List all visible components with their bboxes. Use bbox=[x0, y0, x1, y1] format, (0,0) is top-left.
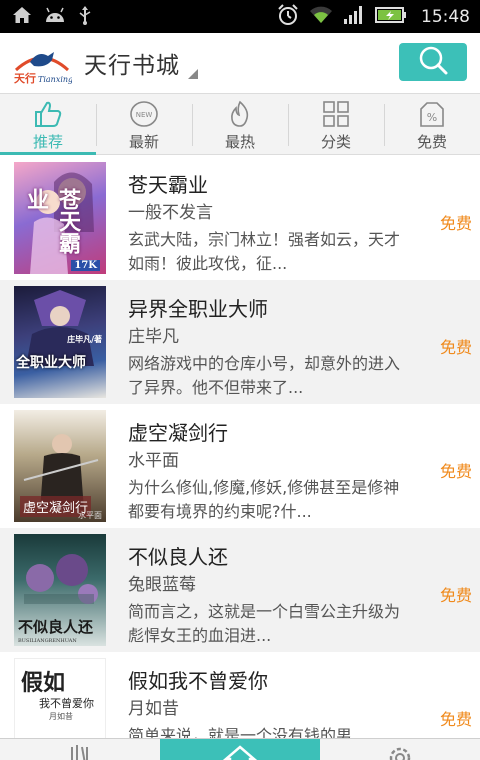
search-icon bbox=[417, 45, 449, 79]
svg-text:NEW: NEW bbox=[136, 111, 153, 119]
book-item[interactable]: 假如 我不曾爱你 月如昔 假如我不曾爱你 月如昔 简单来说，就是一个没有钱的男.… bbox=[0, 652, 480, 738]
cover-title: 不似良人还 bbox=[18, 618, 94, 636]
book-author: 水平面 bbox=[128, 451, 179, 471]
tab-hottest[interactable]: 最热 bbox=[192, 94, 288, 154]
tab-label: 最新 bbox=[128, 133, 159, 151]
book-author: 庄毕凡 bbox=[128, 327, 179, 347]
price-badge: 免费 bbox=[439, 586, 472, 605]
tab-free[interactable]: % 免费 bbox=[384, 94, 480, 154]
svg-text:%: % bbox=[427, 111, 437, 124]
flame-icon bbox=[224, 99, 256, 129]
price-badge: 免费 bbox=[439, 214, 472, 233]
settings-gear-icon bbox=[385, 743, 415, 760]
cover-title: 假如 bbox=[21, 670, 66, 696]
category-tabs: 推荐 NEW 最新 最热 分类 % 免费 bbox=[0, 93, 480, 155]
app-title[interactable]: 天行书城 bbox=[84, 46, 180, 80]
book-author: 一般不发言 bbox=[128, 203, 213, 223]
clock-time: 15:48 bbox=[421, 6, 470, 27]
dropdown-caret-icon[interactable] bbox=[188, 69, 198, 79]
status-bar: 15:48 bbox=[0, 0, 480, 33]
cover-title: 全职业大师 bbox=[16, 355, 86, 371]
book-list: 苍天霸业 17K 苍天霸业 一般不发言 玄武大陆，宗门林立！强者如云，天才如雨！… bbox=[0, 156, 480, 738]
new-badge-icon: NEW bbox=[128, 99, 160, 129]
price-badge: 免费 bbox=[439, 462, 472, 481]
book-description: 为什么修仙,修魔,修妖,修佛甚至是修神都要有境界的约束呢?什... bbox=[128, 478, 400, 521]
book-author: 月如昔 bbox=[128, 699, 179, 719]
book-description: 玄武大陆，宗门林立！强者如云，天才如雨！彼此攻伐，征... bbox=[128, 230, 401, 273]
book-title: 虚空凝剑行 bbox=[128, 421, 228, 445]
book-description: 网络游戏中的仓库小号，却意外的进入了异界。他不但带来了... bbox=[128, 354, 401, 397]
cover-badge: 17K bbox=[71, 260, 100, 271]
signal-icon bbox=[343, 5, 365, 29]
tab-categories[interactable]: 分类 bbox=[288, 94, 384, 154]
book-title: 不似良人还 bbox=[128, 545, 228, 569]
book-cover: 苍天霸业 17K bbox=[14, 162, 106, 274]
tab-recommend[interactable]: 推荐 bbox=[0, 94, 96, 155]
cover-badge: 庄毕凡/著 bbox=[67, 334, 102, 344]
price-badge: 免费 bbox=[439, 710, 472, 729]
bookshelf-icon bbox=[66, 743, 94, 760]
cover-subtitle: 我不曾爱你 bbox=[39, 697, 94, 710]
tab-newest[interactable]: NEW 最新 bbox=[96, 94, 192, 154]
book-cover: 全职业大师 庄毕凡/著 bbox=[14, 286, 106, 398]
usb-icon bbox=[78, 5, 92, 29]
tab-label: 最热 bbox=[224, 133, 255, 151]
book-item[interactable]: 不似良人还 BUSILIANGRENHUAN 不似良人还 兔眼蓝莓 简而言之，这… bbox=[0, 528, 480, 652]
book-cover: 假如 我不曾爱你 月如昔 bbox=[14, 658, 106, 738]
book-item[interactable]: 苍天霸业 17K 苍天霸业 一般不发言 玄武大陆，宗门林立！强者如云，天才如雨！… bbox=[0, 156, 480, 280]
nav-home[interactable] bbox=[160, 739, 320, 760]
home-icon bbox=[222, 743, 258, 760]
book-cover: 虚空凝剑行 水平面 bbox=[14, 410, 106, 522]
alarm-icon bbox=[277, 3, 299, 30]
app-logo: 天行 Tianxing bbox=[12, 40, 73, 86]
cover-badge: 水平面 bbox=[78, 511, 102, 520]
book-cover: 不似良人还 BUSILIANGRENHUAN bbox=[14, 534, 106, 646]
book-author: 兔眼蓝莓 bbox=[128, 575, 196, 595]
book-item[interactable]: 全职业大师 庄毕凡/著 异界全职业大师 庄毕凡 网络游戏中的仓库小号，却意外的进… bbox=[0, 280, 480, 404]
tab-label: 免费 bbox=[416, 133, 447, 151]
nav-bookshelf[interactable] bbox=[0, 739, 160, 760]
cover-badge: BUSILIANGRENHUAN bbox=[18, 638, 77, 644]
app-header: 天行 Tianxing 天行书城 bbox=[0, 33, 480, 93]
nav-settings[interactable] bbox=[320, 739, 480, 760]
search-button[interactable] bbox=[399, 43, 467, 81]
percent-tag-icon: % bbox=[416, 99, 448, 129]
tab-label: 分类 bbox=[320, 133, 351, 151]
bottom-nav bbox=[0, 738, 480, 760]
grid-icon bbox=[320, 99, 352, 129]
book-item[interactable]: 虚空凝剑行 水平面 虚空凝剑行 水平面 为什么修仙,修魔,修妖,修佛甚至是修神都… bbox=[0, 404, 480, 528]
android-icon bbox=[44, 7, 66, 27]
price-badge: 免费 bbox=[439, 338, 472, 357]
cover-badge: 月如昔 bbox=[49, 712, 73, 721]
wifi-icon bbox=[309, 5, 333, 29]
book-title: 苍天霸业 bbox=[128, 173, 208, 197]
book-description: 简单来说，就是一个没有钱的男... bbox=[128, 726, 368, 738]
book-description: 简而言之，这就是一个白雪公主升级为彪悍女王的血泪进... bbox=[128, 602, 401, 645]
battery-icon bbox=[375, 6, 407, 28]
svg-text:天行: 天行 bbox=[14, 71, 36, 85]
svg-text:Tianxing: Tianxing bbox=[38, 75, 72, 84]
book-title: 异界全职业大师 bbox=[128, 297, 268, 321]
thumbs-up-icon bbox=[32, 99, 64, 129]
book-title: 假如我不曾爱你 bbox=[128, 669, 268, 693]
home-icon bbox=[12, 6, 32, 28]
tab-label: 推荐 bbox=[32, 133, 63, 151]
